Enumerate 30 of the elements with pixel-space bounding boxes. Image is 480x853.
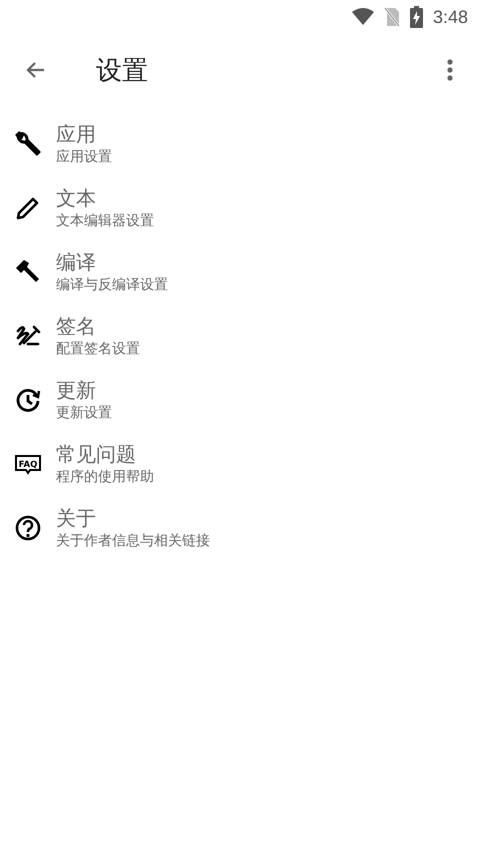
item-subtitle: 文本编辑器设置 — [56, 212, 154, 231]
settings-item[interactable]: 关于 关于作者信息与相关链接 — [0, 496, 480, 560]
item-title: 签名 — [56, 313, 97, 339]
item-subtitle: 编译与反编译设置 — [56, 276, 168, 295]
help-icon — [14, 514, 42, 542]
item-title: 应用 — [56, 121, 97, 147]
battery-charging-icon — [410, 6, 423, 28]
settings-item[interactable]: 编译 编译与反编译设置 — [0, 240, 480, 304]
item-subtitle: 关于作者信息与相关链接 — [56, 532, 210, 551]
item-title: 常见问题 — [56, 441, 137, 467]
wifi-icon — [352, 8, 374, 26]
wrench-icon — [14, 130, 42, 158]
settings-item[interactable]: 文本 文本编辑器设置 — [0, 176, 480, 240]
item-subtitle: 配置签名设置 — [56, 340, 140, 359]
settings-item[interactable]: FAQ 常见问题 程序的使用帮助 — [0, 432, 480, 496]
item-title: 更新 — [56, 377, 97, 403]
no-sim-icon — [384, 7, 400, 27]
page-title: 设置 — [96, 54, 149, 88]
settings-item[interactable]: 签名 配置签名设置 — [0, 304, 480, 368]
item-title: 编译 — [56, 249, 97, 275]
settings-item[interactable]: 更新 更新设置 — [0, 368, 480, 432]
item-title: 文本 — [56, 185, 97, 211]
status-time: 3:48 — [432, 6, 468, 28]
item-subtitle: 应用设置 — [56, 148, 112, 167]
more-options-icon[interactable] — [446, 58, 454, 82]
item-title: 关于 — [56, 505, 97, 531]
settings-item[interactable]: 应用 应用设置 — [0, 112, 480, 176]
history-icon — [14, 386, 42, 414]
item-subtitle: 程序的使用帮助 — [56, 468, 154, 487]
item-subtitle: 更新设置 — [56, 404, 112, 423]
